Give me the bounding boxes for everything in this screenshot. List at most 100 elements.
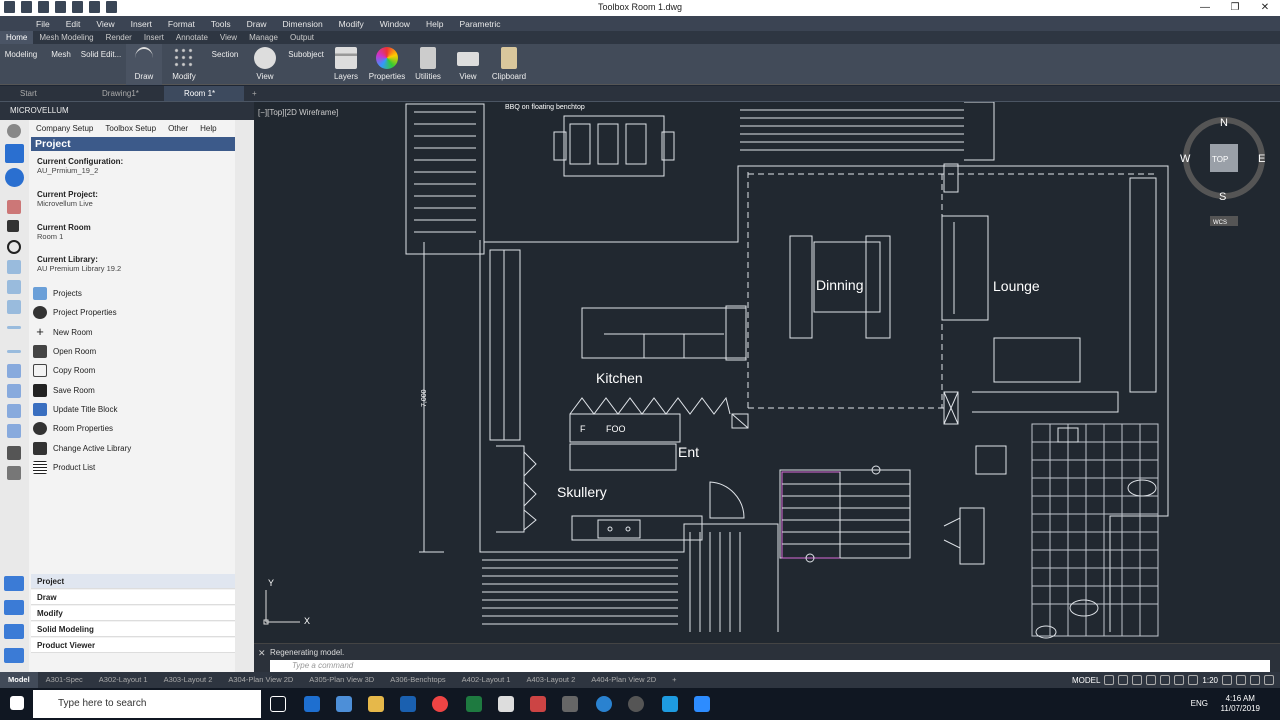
subobject-button[interactable]: Subobject: [286, 44, 326, 85]
menu-draw[interactable]: Draw: [239, 19, 275, 29]
close-button[interactable]: ✕: [1250, 0, 1280, 16]
menu-palette-help[interactable]: Help: [194, 124, 222, 133]
tab-draw[interactable]: Draw: [31, 590, 235, 605]
panel-icon[interactable]: [7, 384, 21, 398]
properties-button[interactable]: Properties: [366, 44, 408, 85]
calculator-icon[interactable]: [498, 696, 514, 712]
layout-tab-model[interactable]: Model: [0, 672, 38, 688]
wcs-label[interactable]: WCS: [1213, 220, 1227, 226]
compass-s[interactable]: S: [1219, 191, 1226, 203]
doc-tab-room1[interactable]: Room 1*: [164, 86, 244, 101]
menu-parametric[interactable]: Parametric: [451, 19, 508, 29]
layout-tab-a304[interactable]: A304-Plan View 2D: [220, 672, 301, 688]
view-button[interactable]: View: [248, 44, 282, 85]
layout-tab-a305[interactable]: A305-Plan View 3D: [301, 672, 382, 688]
menu-insert[interactable]: Insert: [123, 19, 160, 29]
solid-icon[interactable]: [7, 300, 21, 314]
menu-tools[interactable]: Tools: [203, 19, 239, 29]
menu-view[interactable]: View: [88, 19, 122, 29]
move-icon[interactable]: [7, 220, 19, 232]
firefox-icon[interactable]: [628, 696, 644, 712]
layout-tab-a403[interactable]: A403-Layout 2: [518, 672, 583, 688]
mirror-icon[interactable]: [7, 404, 21, 418]
tab-output[interactable]: Output: [284, 31, 320, 44]
file-explorer-icon[interactable]: [368, 696, 384, 712]
view-cube[interactable]: [1183, 117, 1265, 226]
block-icon[interactable]: [7, 364, 21, 378]
clipboard-button[interactable]: Clipboard: [490, 44, 528, 85]
doc-tab-drawing1[interactable]: Drawing1*: [82, 86, 162, 101]
model-space-toggle[interactable]: MODEL: [1072, 676, 1100, 685]
tab-home[interactable]: Home: [0, 31, 34, 44]
layout-tab-a306[interactable]: A306-Benchtops: [382, 672, 453, 688]
tab-mesh-modeling[interactable]: Mesh Modeling: [33, 31, 99, 44]
project-tab-icon[interactable]: [4, 576, 24, 591]
menu-edit[interactable]: Edit: [58, 19, 89, 29]
tab-product-viewer[interactable]: Product Viewer: [31, 638, 235, 653]
teamviewer-icon[interactable]: [596, 696, 612, 712]
line-icon[interactable]: [7, 326, 21, 329]
store-icon[interactable]: [336, 696, 352, 712]
tab-render[interactable]: Render: [100, 31, 138, 44]
tab-annotate[interactable]: Annotate: [170, 31, 214, 44]
link-change-active-library[interactable]: Change Active Library: [33, 440, 131, 456]
command-input[interactable]: Type a command: [270, 660, 1270, 672]
menu-modify[interactable]: Modify: [331, 19, 372, 29]
tab-manage[interactable]: Manage: [243, 31, 284, 44]
link-room-properties[interactable]: Room Properties: [33, 420, 113, 436]
tab-modify[interactable]: Modify: [31, 606, 235, 621]
menu-window[interactable]: Window: [372, 19, 418, 29]
chain-icon[interactable]: [7, 260, 21, 274]
view-cube-top[interactable]: TOP: [1212, 155, 1228, 164]
task-view-icon[interactable]: [270, 696, 286, 712]
link-save-room[interactable]: Save Room: [33, 382, 95, 398]
compass-w[interactable]: W: [1180, 153, 1191, 165]
menu-format[interactable]: Format: [160, 19, 203, 29]
link-projects[interactable]: Projects: [33, 285, 82, 301]
skype-icon[interactable]: [662, 696, 678, 712]
tab-solid-modeling[interactable]: Solid Modeling: [31, 622, 235, 637]
brush-icon[interactable]: [7, 200, 21, 214]
solid-edit-button[interactable]: Solid Edit...: [80, 44, 122, 85]
view-panel-button[interactable]: View: [452, 44, 484, 85]
settings-icon[interactable]: [4, 648, 24, 663]
bend-icon[interactable]: [7, 424, 21, 438]
maximize-button[interactable]: ❐: [1220, 0, 1250, 16]
doc-tab-start[interactable]: Start: [0, 86, 80, 101]
system-clock[interactable]: 4:16 AM 11/07/2019: [1221, 694, 1260, 714]
spiral-icon[interactable]: [5, 168, 24, 187]
menu-toolbox-setup[interactable]: Toolbox Setup: [99, 124, 162, 133]
add-layout-button[interactable]: +: [664, 672, 684, 688]
annotation-scale[interactable]: 1:20: [1202, 676, 1218, 685]
pencil-icon[interactable]: [5, 144, 24, 163]
modeling-button[interactable]: Modeling: [2, 44, 40, 85]
autocad-icon[interactable]: [530, 696, 546, 712]
layer-icon[interactable]: [7, 280, 21, 294]
excel-icon[interactable]: [466, 696, 482, 712]
compass-n[interactable]: N: [1220, 117, 1228, 129]
section-button[interactable]: Section: [206, 44, 244, 85]
taskbar-search[interactable]: Type here to search: [33, 690, 261, 718]
link-project-properties[interactable]: Project Properties: [33, 304, 117, 320]
tab-insert[interactable]: Insert: [138, 31, 170, 44]
layout-tab-a301[interactable]: A301-Spec: [38, 672, 91, 688]
annotation-icon[interactable]: [1188, 675, 1199, 685]
draw-button[interactable]: Draw: [126, 44, 162, 85]
modify-tab-icon[interactable]: [4, 624, 24, 639]
compass-e[interactable]: E: [1258, 153, 1265, 165]
link-copy-room[interactable]: Copy Room: [33, 362, 95, 378]
ortho-icon[interactable]: [1132, 675, 1143, 685]
close-command-icon[interactable]: ✕: [258, 648, 266, 659]
zoom-icon[interactable]: [694, 696, 710, 712]
menu-other[interactable]: Other: [162, 124, 194, 133]
chrome-icon[interactable]: [432, 696, 448, 712]
polar-icon[interactable]: [1146, 675, 1157, 685]
utilities-button[interactable]: Utilities: [412, 44, 444, 85]
grid-icon[interactable]: [1104, 675, 1115, 685]
link-product-list[interactable]: Product List: [33, 459, 95, 475]
minimize-button[interactable]: —: [1190, 0, 1220, 16]
osnap-icon[interactable]: [1160, 675, 1171, 685]
rotate-icon[interactable]: [7, 240, 21, 254]
tab-view[interactable]: View: [214, 31, 243, 44]
workspace-gear-icon[interactable]: [1222, 675, 1232, 685]
